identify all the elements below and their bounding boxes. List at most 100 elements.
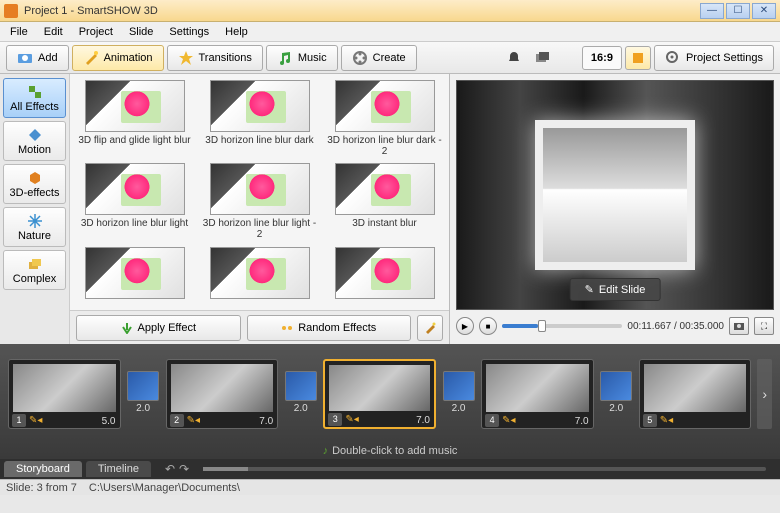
preview-frame [535, 120, 695, 270]
camera-icon [17, 50, 33, 66]
music-icon [277, 50, 293, 66]
arrow-down-icon [121, 322, 133, 334]
category-complex[interactable]: Complex [3, 250, 66, 290]
pencil-icon: ✎◂ [29, 415, 42, 426]
wand-icon [83, 50, 99, 66]
edit-slide-button[interactable]: ✎ Edit Slide [570, 278, 661, 301]
window-title: Project 1 - SmartSHOW 3D [24, 5, 698, 17]
menu-slide[interactable]: Slide [123, 24, 159, 40]
effect-item[interactable]: 3D horizon line blur light [76, 163, 193, 242]
tab-transitions[interactable]: Transitions [167, 45, 263, 71]
star-icon [178, 50, 194, 66]
tab-storyboard[interactable]: Storyboard [4, 461, 82, 477]
slide-thumb [486, 364, 589, 412]
category-all-effects[interactable]: All Effects [3, 78, 66, 118]
effects-panel: All Effects Motion 3D-effects Nature Com… [0, 74, 450, 344]
menu-help[interactable]: Help [219, 24, 254, 40]
effect-thumb [85, 163, 185, 215]
effect-item[interactable]: 3D flip and glide light blur [76, 80, 193, 159]
slide-thumb [329, 365, 430, 411]
preview-panel: ✎ Edit Slide ▶ ■ 00:11.667 / 00:35.000 ⛶ [450, 74, 780, 344]
effects-grid: 3D flip and glide light blur 3D horizon … [70, 74, 449, 310]
play-button[interactable]: ▶ [456, 317, 474, 335]
main-toolbar: Add Animation Transitions Music Create 1… [0, 42, 780, 74]
effect-item[interactable] [201, 247, 318, 304]
redo-button[interactable]: ↷ [179, 462, 189, 476]
close-button[interactable]: ✕ [752, 3, 776, 19]
slide-thumb [644, 364, 747, 412]
time-display: 00:11.667 / 00:35.000 [627, 321, 724, 332]
transition-card[interactable]: 2.0 [127, 371, 160, 417]
status-slide: Slide: 3 from 7 [6, 482, 77, 494]
slide-card[interactable]: 2 ✎◂ 7.0 [166, 359, 279, 429]
transition-card[interactable]: 2.0 [442, 371, 475, 417]
tab-music[interactable]: Music [266, 45, 338, 71]
effect-item[interactable]: 3D horizon line blur dark [201, 80, 318, 159]
tab-animation[interactable]: Animation [72, 45, 164, 71]
menubar: File Edit Project Slide Settings Help [0, 22, 780, 42]
gear-icon [665, 50, 681, 66]
transition-thumb [600, 371, 632, 401]
tab-create[interactable]: Create [341, 45, 417, 71]
effect-item[interactable]: 3D horizon line blur dark - 2 [326, 80, 443, 159]
layers-icon [27, 256, 43, 272]
bottom-tabs: Storyboard Timeline ↶ ↷ [0, 459, 780, 479]
effect-thumb [210, 247, 310, 299]
maximize-button[interactable]: ☐ [726, 3, 750, 19]
menu-file[interactable]: File [4, 24, 34, 40]
category-motion[interactable]: Motion [3, 121, 66, 161]
effect-item[interactable]: 3D horizon line blur light - 2 [201, 163, 318, 242]
titlebar: Project 1 - SmartSHOW 3D — ☐ ✕ [0, 0, 780, 22]
project-settings-button[interactable]: Project Settings [654, 45, 774, 71]
magic-wand-button[interactable] [417, 315, 443, 341]
aspect-ratio[interactable]: 16:9 [582, 46, 622, 70]
zoom-slider[interactable] [203, 467, 766, 471]
fullscreen-button[interactable]: ⛶ [754, 317, 774, 335]
theme-button[interactable] [625, 46, 651, 70]
effect-thumb [335, 163, 435, 215]
scroll-right-button[interactable]: › [757, 359, 772, 429]
transport-controls: ▶ ■ 00:11.667 / 00:35.000 ⛶ [456, 310, 774, 338]
preview-viewport[interactable]: ✎ Edit Slide [456, 80, 774, 310]
storyboard-strip: 1 ✎◂ 5.0 2.0 2 ✎◂ 7.0 2.0 3 ✎◂ 7.0 2.0 4… [0, 344, 780, 443]
cube-icon [27, 170, 43, 186]
effect-item[interactable] [76, 247, 193, 304]
menu-project[interactable]: Project [73, 24, 119, 40]
timeline-area: 1 ✎◂ 5.0 2.0 2 ✎◂ 7.0 2.0 3 ✎◂ 7.0 2.0 4… [0, 344, 780, 459]
preview-photo [543, 128, 687, 262]
bell-icon[interactable] [501, 46, 527, 70]
slide-card[interactable]: 1 ✎◂ 5.0 [8, 359, 121, 429]
pencil-icon: ✎◂ [187, 415, 200, 426]
category-sidebar: All Effects Motion 3D-effects Nature Com… [0, 74, 70, 344]
effect-item[interactable]: 3D instant blur [326, 163, 443, 242]
menu-settings[interactable]: Settings [163, 24, 215, 40]
slide-card[interactable]: 5 ✎◂ [639, 359, 752, 429]
minimize-button[interactable]: — [700, 3, 724, 19]
snapshot-button[interactable] [729, 317, 749, 335]
slide-card[interactable]: 3 ✎◂ 7.0 [323, 359, 436, 429]
pencil-icon: ✎◂ [660, 415, 673, 426]
transition-card[interactable]: 2.0 [284, 371, 317, 417]
puzzle-icon [27, 84, 43, 100]
statusbar: Slide: 3 from 7 C:\Users\Manager\Documen… [0, 479, 780, 495]
apply-effect-button[interactable]: Apply Effect [76, 315, 241, 341]
category-3d-effects[interactable]: 3D-effects [3, 164, 66, 204]
transition-card[interactable]: 2.0 [600, 371, 633, 417]
images-icon[interactable] [530, 46, 556, 70]
transition-thumb [285, 371, 317, 401]
effect-thumb [335, 247, 435, 299]
stop-button[interactable]: ■ [479, 317, 497, 335]
slide-thumb [171, 364, 274, 412]
undo-button[interactable]: ↶ [165, 462, 175, 476]
tab-timeline[interactable]: Timeline [86, 461, 151, 477]
menu-edit[interactable]: Edit [38, 24, 69, 40]
slide-card[interactable]: 4 ✎◂ 7.0 [481, 359, 594, 429]
transition-thumb [127, 371, 159, 401]
music-track-hint[interactable]: ♪ Double-click to add music [0, 443, 780, 459]
time-slider[interactable] [502, 324, 622, 328]
effect-item[interactable] [326, 247, 443, 304]
category-nature[interactable]: Nature [3, 207, 66, 247]
effect-thumb [335, 80, 435, 132]
tab-add[interactable]: Add [6, 45, 69, 71]
random-effects-button[interactable]: Random Effects [247, 315, 412, 341]
